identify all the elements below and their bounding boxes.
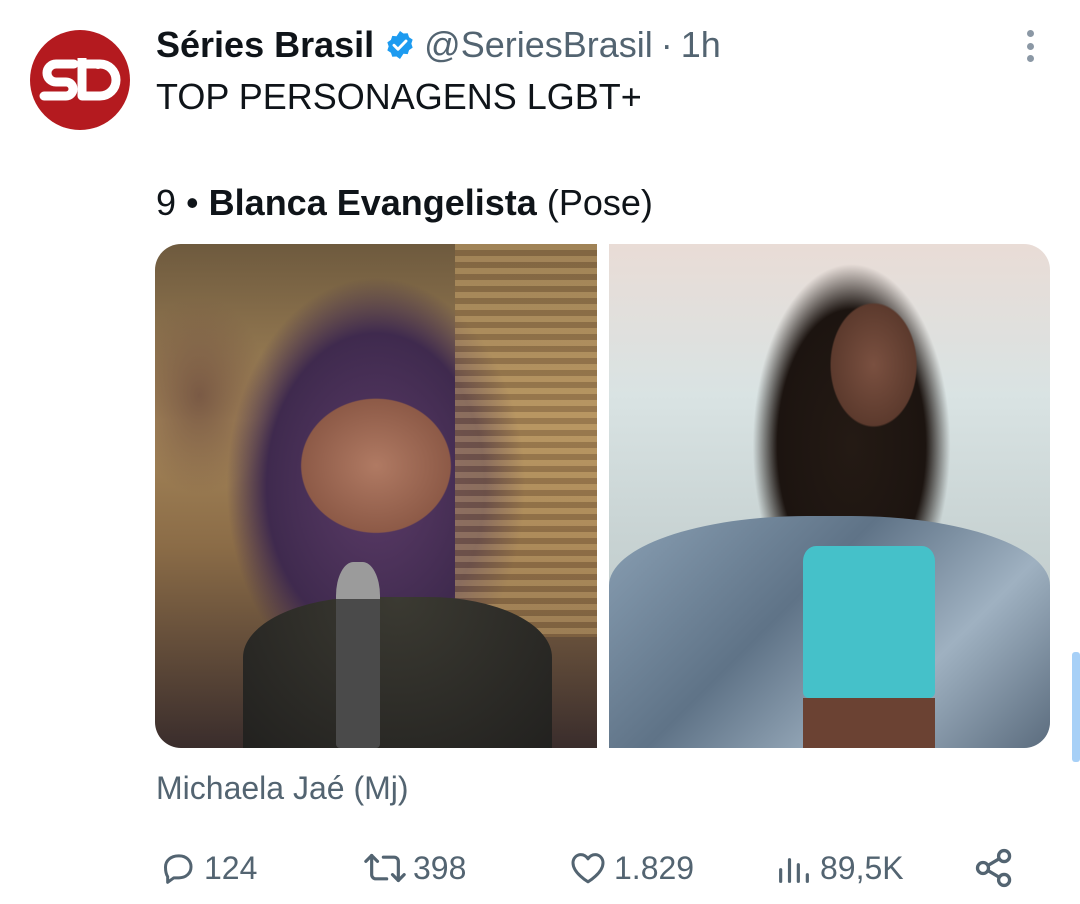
share-button[interactable]	[972, 846, 1016, 890]
more-options-icon[interactable]	[1020, 26, 1040, 66]
avatar[interactable]	[30, 30, 130, 130]
tweet-time[interactable]: 1h	[681, 24, 721, 66]
like-button[interactable]: 1.829	[568, 846, 694, 890]
action-bar: 124 398 1.829 89,5K	[158, 846, 1018, 890]
photo-performer-singing[interactable]	[155, 244, 597, 748]
bullet: •	[186, 182, 199, 223]
like-count: 1.829	[614, 849, 695, 886]
photo-performer-denim-jacket[interactable]	[608, 244, 1050, 748]
reply-button[interactable]: 124	[158, 846, 257, 890]
share-icon	[975, 848, 1012, 888]
retweet-count: 398	[413, 849, 467, 886]
tweet-character-line: 9 • Blanca Evangelista (Pose)	[156, 182, 653, 224]
account-name[interactable]: Séries Brasil	[156, 24, 374, 66]
media-grid	[155, 244, 1050, 748]
separator-dot: ·	[660, 24, 673, 65]
rank-number: 9	[156, 182, 177, 223]
views-button[interactable]: 89,5K	[774, 846, 904, 890]
retweet-icon	[364, 853, 406, 883]
account-handle[interactable]: @SeriesBrasil	[424, 24, 653, 66]
tweet-text: TOP PERSONAGENS LGBT+	[156, 76, 642, 117]
reply-icon	[164, 854, 193, 884]
character-name: Blanca Evangelista	[208, 182, 537, 223]
series-brasil-logo	[39, 58, 121, 101]
tweet-caption: Michaela Jaé (Mj)	[156, 770, 409, 806]
show-name: (Pose)	[546, 182, 653, 223]
verified-badge-icon	[384, 29, 416, 61]
bar-chart-icon	[779, 858, 809, 883]
scrollbar[interactable]	[1072, 652, 1080, 762]
views-count: 89,5K	[820, 849, 904, 886]
retweet-button[interactable]: 398	[363, 846, 466, 890]
heart-icon	[571, 853, 605, 884]
reply-count: 124	[204, 849, 258, 886]
tweet-header: Séries Brasil @SeriesBrasil · 1h	[156, 22, 721, 68]
